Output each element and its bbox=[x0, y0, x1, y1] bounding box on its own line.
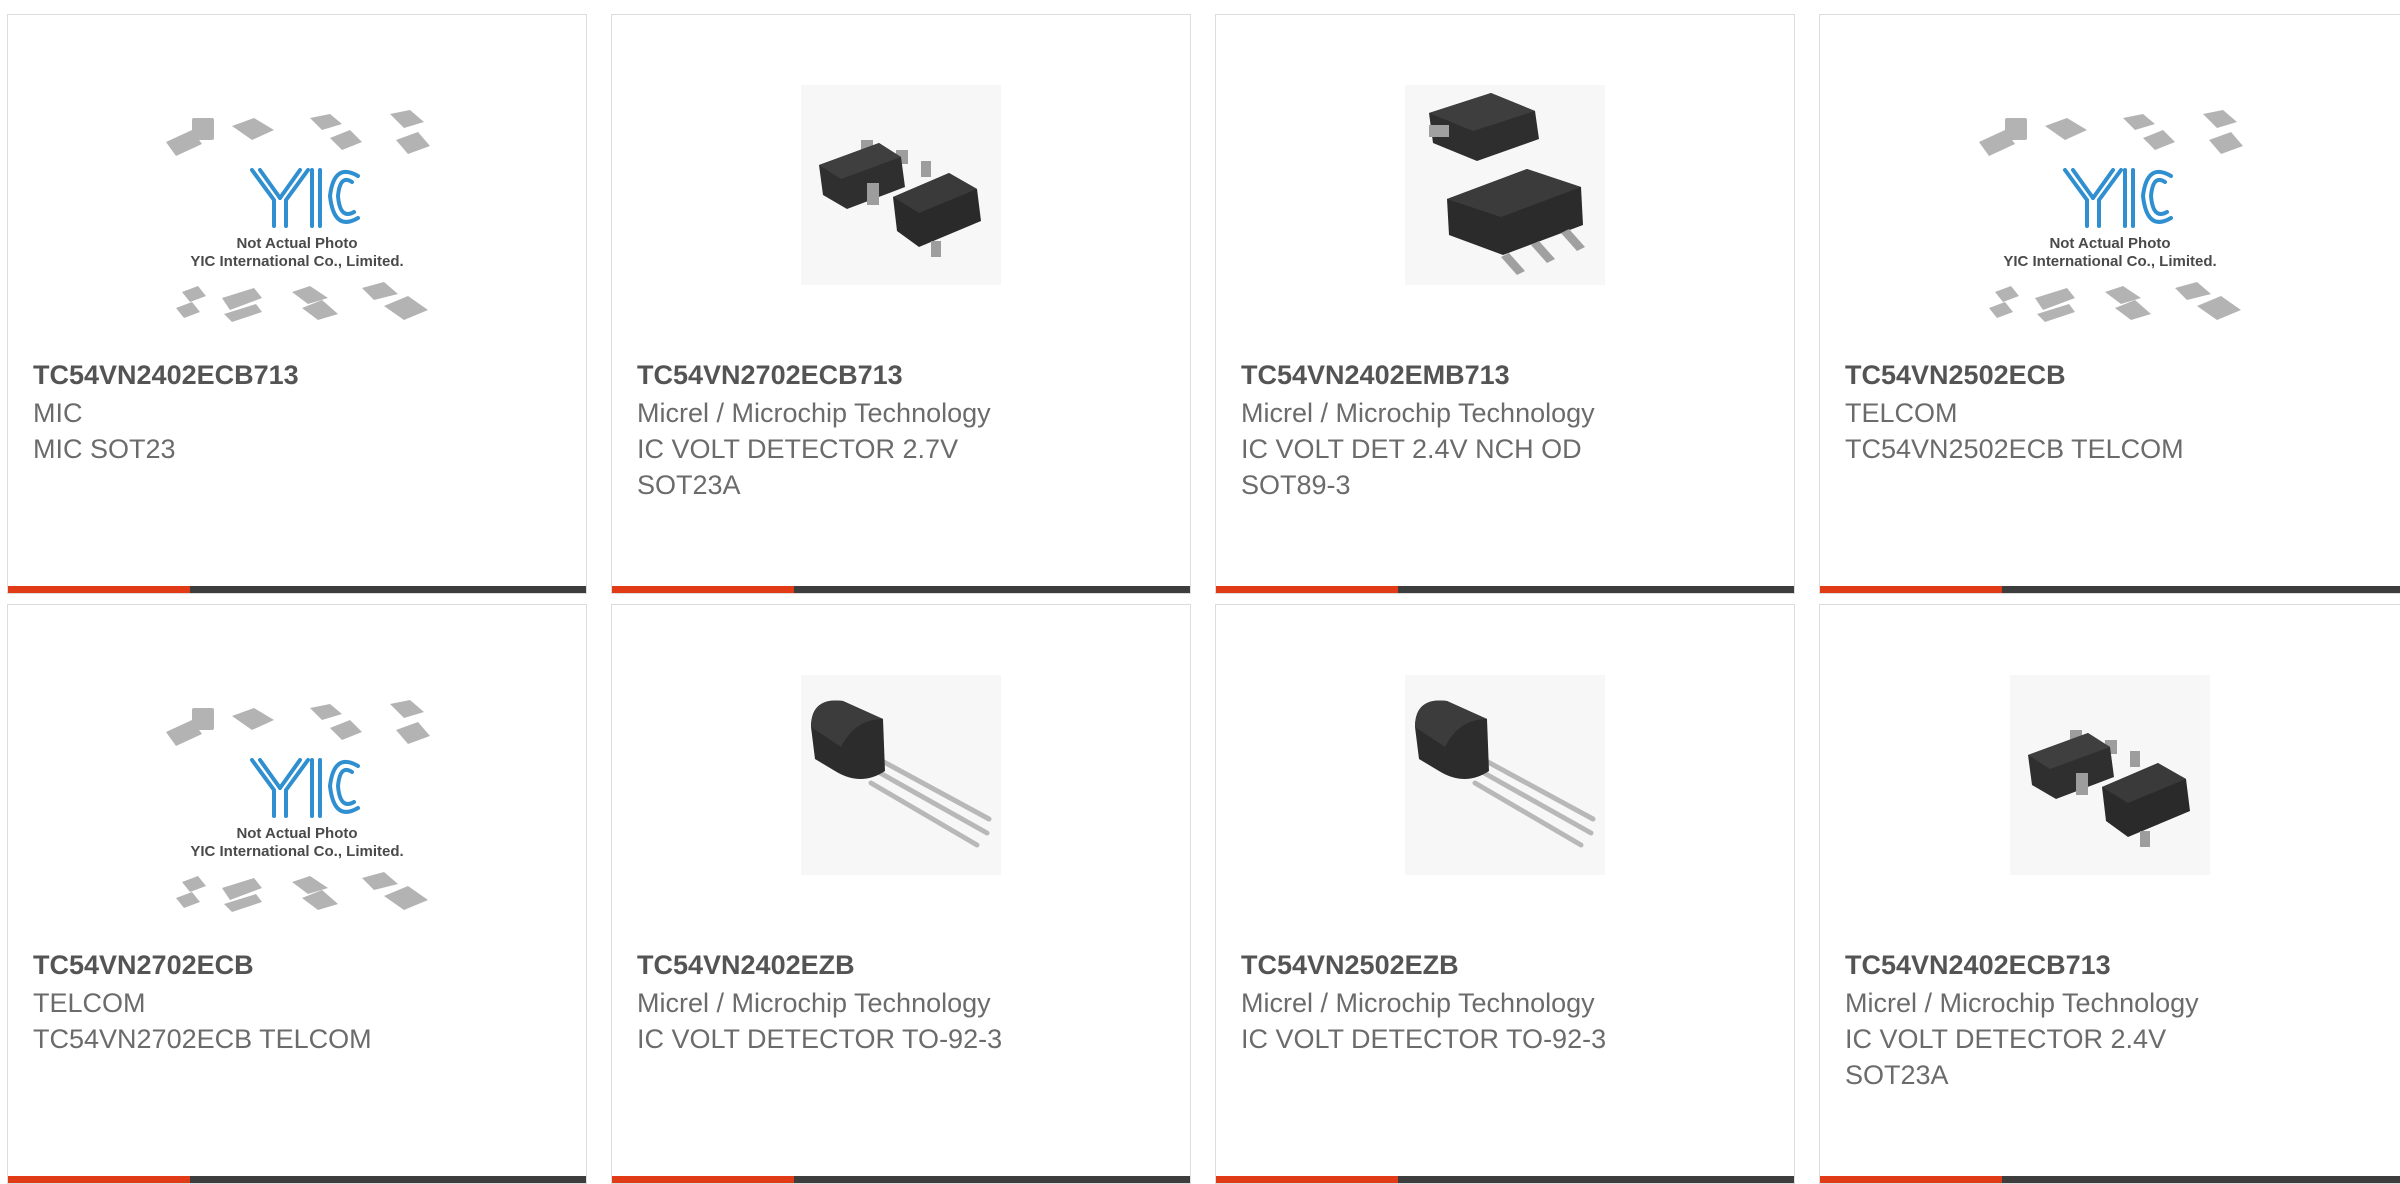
card-accent bbox=[8, 586, 190, 593]
product-card[interactable]: Not Actual Photo YIC International Co., … bbox=[7, 14, 587, 594]
manufacturer: Micrel / Microchip Technology bbox=[1241, 398, 1595, 428]
product-text: TC54VN2702ECB713 Micrel / Microchip Tech… bbox=[637, 357, 1165, 503]
product-text: TC54VN2402ECB713 Micrel / Microchip Tech… bbox=[1845, 947, 2383, 1093]
manufacturer: Micrel / Microchip Technology bbox=[637, 988, 991, 1018]
product-text: TC54VN2402ECB713 MIC MIC SOT23 bbox=[33, 357, 561, 467]
placeholder-logo-image: Not Actual Photo YIC International Co., … bbox=[1975, 100, 2245, 350]
product-card[interactable]: TC54VN2702ECB713 Micrel / Microchip Tech… bbox=[611, 14, 1191, 594]
product-text: TC54VN2402EZB Micrel / Microchip Technol… bbox=[637, 947, 1165, 1057]
part-number-link[interactable]: TC54VN2402ECB713 bbox=[33, 357, 561, 393]
part-number-link[interactable]: TC54VN2402ECB713 bbox=[1845, 947, 2383, 983]
to92-package-image bbox=[801, 675, 1001, 875]
placeholder-line1: Not Actual Photo bbox=[236, 235, 357, 252]
description: TC54VN2702ECB TELCOM bbox=[33, 1024, 372, 1054]
part-number-link[interactable]: TC54VN2502ECB bbox=[1845, 357, 2383, 393]
description: IC VOLT DET 2.4V NCH OD SOT89-3 bbox=[1241, 434, 1582, 500]
card-bottom-bar bbox=[1216, 1176, 1794, 1183]
description: MIC SOT23 bbox=[33, 434, 176, 464]
card-bottom-bar bbox=[612, 586, 1190, 593]
card-bottom-bar bbox=[1820, 586, 2400, 593]
product-text: TC54VN2502EZB Micrel / Microchip Technol… bbox=[1241, 947, 1769, 1057]
card-bottom-bar bbox=[8, 1176, 586, 1183]
placeholder-line2: YIC International Co., Limited. bbox=[190, 843, 403, 860]
description: IC VOLT DETECTOR 2.7V SOT23A bbox=[637, 434, 959, 500]
manufacturer: TELCOM bbox=[1845, 398, 1958, 428]
product-grid: Not Actual Photo YIC International Co., … bbox=[0, 0, 2400, 1184]
manufacturer: TELCOM bbox=[33, 988, 146, 1018]
part-number-link[interactable]: TC54VN2702ECB713 bbox=[637, 357, 1165, 393]
placeholder-logo-image: Not Actual Photo YIC International Co., … bbox=[162, 690, 432, 940]
placeholder-line1: Not Actual Photo bbox=[236, 825, 357, 842]
placeholder-line1: Not Actual Photo bbox=[2049, 235, 2170, 252]
placeholder-logo-image: Not Actual Photo YIC International Co., … bbox=[162, 100, 432, 350]
product-text: TC54VN2502ECB TELCOM TC54VN2502ECB TELCO… bbox=[1845, 357, 2383, 467]
manufacturer: MIC bbox=[33, 398, 83, 428]
manufacturer: Micrel / Microchip Technology bbox=[1845, 988, 2199, 1018]
part-number-link[interactable]: TC54VN2402EMB713 bbox=[1241, 357, 1769, 393]
card-accent bbox=[1216, 586, 1398, 593]
sot23-package-image bbox=[2010, 675, 2210, 875]
description: IC VOLT DETECTOR 2.4V SOT23A bbox=[1845, 1024, 2167, 1090]
product-card[interactable]: TC54VN2402ECB713 Micrel / Microchip Tech… bbox=[1819, 604, 2400, 1184]
manufacturer: Micrel / Microchip Technology bbox=[637, 398, 991, 428]
description: TC54VN2502ECB TELCOM bbox=[1845, 434, 2184, 464]
part-number-link[interactable]: TC54VN2402EZB bbox=[637, 947, 1165, 983]
card-bottom-bar bbox=[612, 1176, 1190, 1183]
sot23-package-image bbox=[801, 85, 1001, 285]
product-card[interactable]: TC54VN2402EMB713 Micrel / Microchip Tech… bbox=[1215, 14, 1795, 594]
card-accent bbox=[8, 1176, 190, 1183]
placeholder-line2: YIC International Co., Limited. bbox=[2003, 253, 2216, 270]
card-bottom-bar bbox=[1216, 586, 1794, 593]
card-accent bbox=[612, 1176, 794, 1183]
card-bottom-bar bbox=[1820, 1176, 2400, 1183]
product-card[interactable]: Not Actual Photo YIC International Co., … bbox=[7, 604, 587, 1184]
description: IC VOLT DETECTOR TO-92-3 bbox=[637, 1024, 1003, 1054]
card-accent bbox=[1216, 1176, 1398, 1183]
product-text: TC54VN2402EMB713 Micrel / Microchip Tech… bbox=[1241, 357, 1769, 503]
part-number-link[interactable]: TC54VN2502EZB bbox=[1241, 947, 1769, 983]
product-card[interactable]: TC54VN2402EZB Micrel / Microchip Technol… bbox=[611, 604, 1191, 1184]
card-accent bbox=[612, 586, 794, 593]
product-card[interactable]: Not Actual Photo YIC International Co., … bbox=[1819, 14, 2400, 594]
product-text: TC54VN2702ECB TELCOM TC54VN2702ECB TELCO… bbox=[33, 947, 561, 1057]
to92-package-image bbox=[1405, 675, 1605, 875]
part-number-link[interactable]: TC54VN2702ECB bbox=[33, 947, 561, 983]
sot89-package-image bbox=[1405, 85, 1605, 285]
placeholder-line2: YIC International Co., Limited. bbox=[190, 253, 403, 270]
card-bottom-bar bbox=[8, 586, 586, 593]
product-card[interactable]: TC54VN2502EZB Micrel / Microchip Technol… bbox=[1215, 604, 1795, 1184]
description: IC VOLT DETECTOR TO-92-3 bbox=[1241, 1024, 1607, 1054]
card-accent bbox=[1820, 586, 2002, 593]
manufacturer: Micrel / Microchip Technology bbox=[1241, 988, 1595, 1018]
card-accent bbox=[1820, 1176, 2002, 1183]
